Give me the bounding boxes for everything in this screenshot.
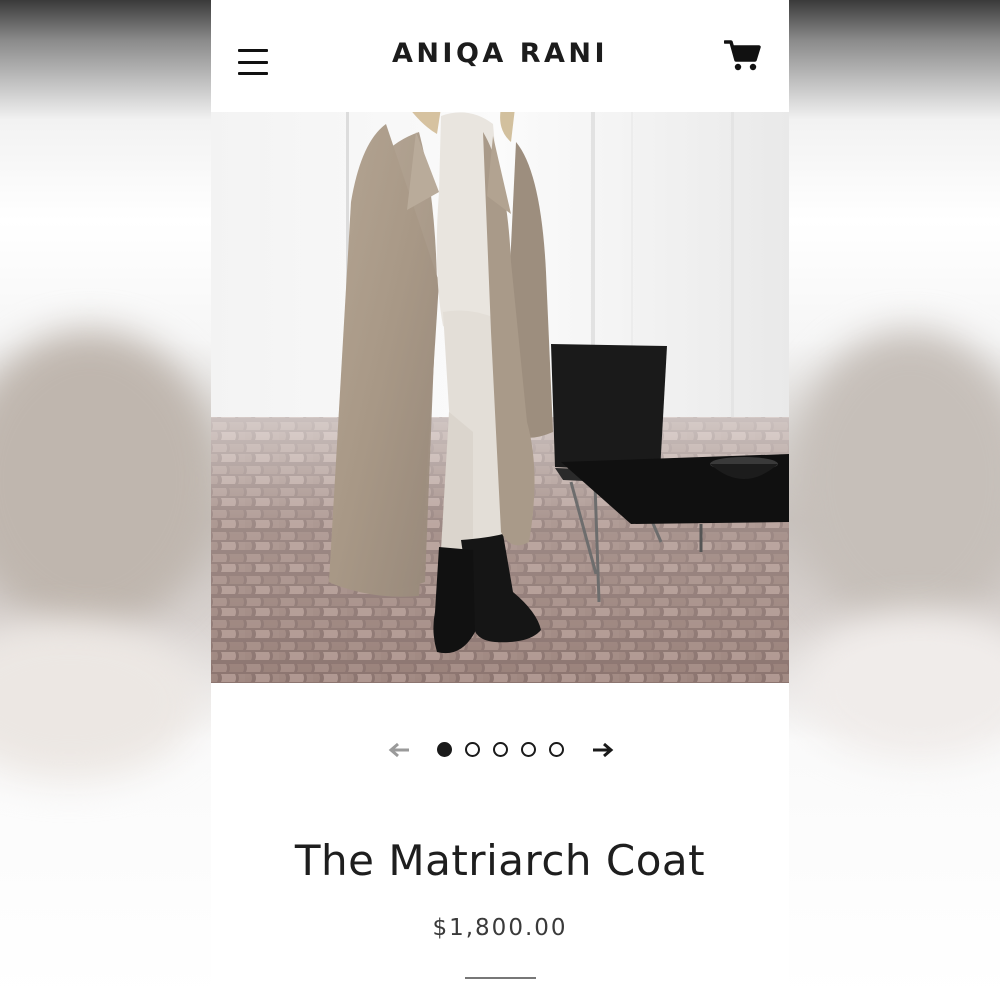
- product-page: ANIQA RANI The Matriarch Coat $1,800.00: [211, 0, 789, 1000]
- cart-button[interactable]: [723, 38, 762, 72]
- arrow-right-icon: [593, 742, 614, 758]
- site-header: ANIQA RANI: [211, 0, 789, 112]
- product-photo: [211, 112, 789, 683]
- product-image[interactable]: [211, 112, 789, 683]
- section-divider: [465, 977, 536, 979]
- slide-dot-1[interactable]: [437, 742, 452, 757]
- previous-slide-button[interactable]: [387, 738, 413, 762]
- arrow-left-icon: [388, 742, 409, 758]
- slide-dot-3[interactable]: [493, 742, 508, 757]
- product-title: The Matriarch Coat: [294, 836, 706, 885]
- slide-dot-5[interactable]: [549, 742, 564, 757]
- image-slider-controls: [211, 738, 789, 762]
- store-title[interactable]: ANIQA RANI: [211, 38, 789, 69]
- next-slide-button[interactable]: [589, 738, 615, 762]
- slide-dot-2[interactable]: [465, 742, 480, 757]
- slide-dot-4[interactable]: [521, 742, 536, 757]
- shopping-cart-icon: [723, 40, 761, 71]
- product-price: $1,800.00: [432, 915, 568, 941]
